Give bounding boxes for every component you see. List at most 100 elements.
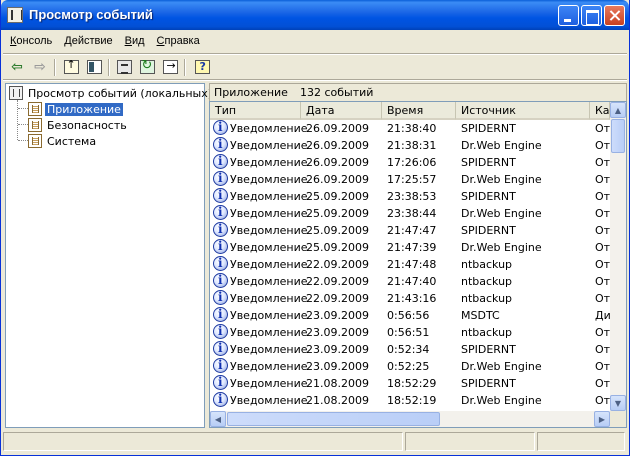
table-row[interactable]: Уведомление25.09.2009 23:38:44 Dr.Web Engi… bbox=[210, 205, 610, 222]
refresh-button[interactable] bbox=[138, 58, 156, 76]
information-icon bbox=[213, 137, 228, 152]
cell-type: Уведомление bbox=[230, 309, 308, 322]
cell-category: От bbox=[595, 258, 611, 271]
tree-root-event-viewer[interactable]: Просмотр событий (локальных) bbox=[9, 85, 214, 101]
status-panel-secondary bbox=[405, 432, 535, 451]
table-row[interactable]: Уведомление21.08.2009 18:52:19 Dr.Web Engi… bbox=[210, 392, 610, 409]
information-icon bbox=[213, 392, 228, 407]
cell-source: SPIDERNT bbox=[461, 343, 516, 356]
information-icon bbox=[213, 358, 228, 373]
scroll-left-button[interactable]: ◀ bbox=[210, 411, 226, 427]
show-hide-tree-icon bbox=[86, 60, 102, 74]
tree-item-security[interactable]: Безопасность bbox=[28, 117, 129, 133]
cell-date: 23.09.2009 bbox=[306, 360, 369, 373]
table-row[interactable]: Уведомление23.09.2009 0:52:34 SPIDERNT От bbox=[210, 341, 610, 358]
table-row[interactable]: Уведомление22.09.2009 21:47:40 ntbackup От bbox=[210, 273, 610, 290]
cell-category: От bbox=[595, 241, 611, 254]
information-icon bbox=[213, 154, 228, 169]
tree-connector bbox=[18, 108, 28, 109]
table-row[interactable]: Уведомление21.08.2009 18:52:29 SPIDERNT От bbox=[210, 375, 610, 392]
cell-type: Уведомление bbox=[230, 207, 308, 220]
column-header-time[interactable]: Время bbox=[382, 102, 456, 120]
cell-category: От bbox=[595, 326, 611, 339]
table-row[interactable]: Уведомление23.09.2009 0:56:56 MSDTC Ди bbox=[210, 307, 611, 324]
table-row[interactable]: Уведомление22.09.2009 21:43:16 ntbackup От bbox=[210, 290, 610, 307]
cell-source: SPIDERNT bbox=[461, 122, 516, 135]
back-button[interactable]: ⇦ bbox=[8, 58, 26, 76]
show-hide-tree-button[interactable] bbox=[85, 58, 103, 76]
table-row[interactable]: Уведомление26.09.2009 17:26:06 SPIDERNT От bbox=[210, 154, 610, 171]
cell-date: 25.09.2009 bbox=[306, 241, 369, 254]
up-level-button[interactable] bbox=[62, 58, 80, 76]
console-tree: Просмотр событий (локальных) Приложение … bbox=[5, 83, 212, 428]
table-row[interactable]: Уведомление25.09.2009 21:47:47 SPIDERNT От bbox=[210, 222, 610, 239]
event-count: 132 событий bbox=[299, 86, 374, 99]
table-row[interactable]: Уведомление22.09.2009 21:47:48 ntbackup От bbox=[210, 256, 610, 273]
cell-date: 23.09.2009 bbox=[306, 309, 369, 322]
table-row[interactable]: Уведомление23.09.2009 0:56:51 ntbackup От bbox=[210, 324, 610, 341]
horizontal-scrollbar[interactable]: ◀ ▶ bbox=[210, 411, 610, 427]
menu-console[interactable]: Консоль bbox=[4, 32, 58, 52]
tree-item-system[interactable]: Система bbox=[28, 133, 98, 149]
menu-help[interactable]: Справка bbox=[151, 32, 206, 52]
cell-category: От bbox=[595, 394, 611, 407]
cell-time: 17:26:06 bbox=[387, 156, 437, 169]
column-header-category[interactable]: Ка bbox=[590, 102, 610, 120]
table-row[interactable]: Уведомление23.09.2009 0:52:25 Dr.Web Engin… bbox=[210, 358, 610, 375]
cell-category: От bbox=[595, 343, 611, 356]
export-list-button[interactable] bbox=[161, 58, 179, 76]
cell-time: 0:52:25 bbox=[387, 360, 430, 373]
table-row[interactable]: Уведомление26.09.2009 17:25:57 Dr.Web Engi… bbox=[210, 171, 610, 188]
help-button[interactable] bbox=[193, 58, 211, 76]
column-header-source[interactable]: Источник bbox=[456, 102, 590, 120]
maximize-button[interactable] bbox=[581, 5, 602, 26]
table-row[interactable]: Уведомление26.09.2009 21:38:31 Dr.Web Engi… bbox=[210, 137, 610, 154]
scroll-up-button[interactable]: ▲ bbox=[610, 102, 626, 118]
forward-button[interactable]: ⇨ bbox=[31, 58, 49, 76]
information-icon bbox=[213, 375, 228, 390]
vertical-scrollbar[interactable]: ▲ ▼ bbox=[610, 102, 626, 411]
menu-action[interactable]: Действие bbox=[58, 32, 118, 52]
close-button[interactable] bbox=[604, 5, 625, 26]
cell-source: Dr.Web Engine bbox=[461, 173, 542, 186]
cell-source: ntbackup bbox=[461, 326, 513, 339]
cell-time: 17:25:57 bbox=[387, 173, 437, 186]
minimize-button[interactable] bbox=[558, 5, 579, 26]
cell-time: 23:38:53 bbox=[387, 190, 437, 203]
event-viewer-icon bbox=[9, 86, 23, 100]
properties-button[interactable] bbox=[115, 58, 133, 76]
table-row[interactable]: Уведомление25.09.2009 21:47:39 Dr.Web Engi… bbox=[210, 239, 610, 256]
cell-type: Уведомление bbox=[230, 190, 308, 203]
column-header-type[interactable]: Тип bbox=[210, 102, 301, 120]
horizontal-scroll-thumb[interactable] bbox=[227, 412, 440, 426]
information-icon bbox=[213, 341, 228, 356]
tree-item-application[interactable]: Приложение bbox=[28, 101, 123, 117]
column-header-date[interactable]: Дата bbox=[301, 102, 382, 120]
cell-time: 21:38:31 bbox=[387, 139, 437, 152]
table-row[interactable]: Уведомление25.09.2009 23:38:53 SPIDERNT От bbox=[210, 188, 610, 205]
cell-type: Уведомление bbox=[230, 394, 308, 407]
log-name: Приложение bbox=[214, 86, 288, 99]
cell-source: Dr.Web Engine bbox=[461, 241, 542, 254]
information-icon bbox=[213, 324, 228, 339]
cell-category: От bbox=[595, 224, 611, 237]
cell-type: Уведомление bbox=[230, 139, 308, 152]
scroll-right-button[interactable]: ▶ bbox=[594, 411, 610, 427]
information-icon bbox=[213, 307, 228, 322]
cell-source: Dr.Web Engine bbox=[461, 139, 542, 152]
vertical-scroll-thumb[interactable] bbox=[611, 119, 625, 153]
scroll-down-button[interactable]: ▼ bbox=[610, 395, 626, 411]
menu-view[interactable]: Вид bbox=[119, 32, 151, 52]
log-header: Приложение 132 событий bbox=[209, 83, 627, 101]
cell-type: Уведомление bbox=[230, 343, 308, 356]
status-panel-main bbox=[3, 432, 403, 451]
event-viewer-app-icon[interactable] bbox=[7, 7, 23, 23]
table-row[interactable]: Уведомление26.09.2009 21:38:40 SPIDERNT От bbox=[210, 120, 610, 137]
title-bar[interactable]: Просмотр событий bbox=[1, 0, 629, 30]
cell-time: 21:47:39 bbox=[387, 241, 437, 254]
menu-divider bbox=[3, 53, 627, 55]
cell-date: 26.09.2009 bbox=[306, 122, 369, 135]
cell-category: От bbox=[595, 292, 611, 305]
cell-category: От bbox=[595, 139, 611, 152]
information-icon bbox=[213, 256, 228, 271]
